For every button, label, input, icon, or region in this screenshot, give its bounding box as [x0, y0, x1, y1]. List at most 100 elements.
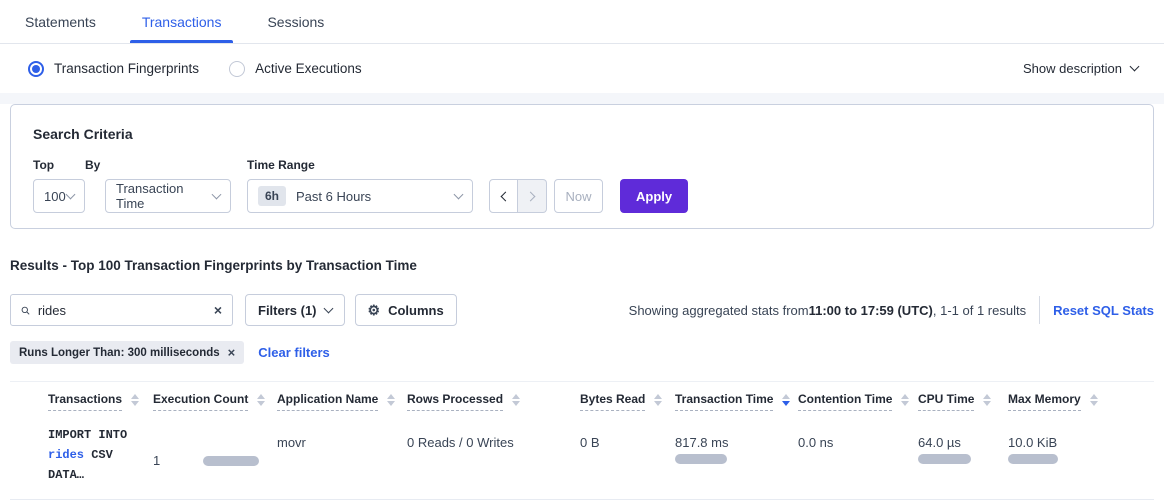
column-header-rows-processed[interactable]: Rows Processed — [407, 382, 580, 419]
radio-selected-icon[interactable] — [28, 61, 44, 77]
max-memory-bar — [1008, 454, 1058, 464]
radio-active-executions[interactable]: Active Executions — [229, 61, 362, 77]
clear-filters-link[interactable]: Clear filters — [258, 345, 330, 360]
column-header-max-memory[interactable]: Max Memory — [1008, 382, 1154, 419]
search-icon — [21, 304, 30, 317]
transaction-time-cell: 817.8 ms — [675, 419, 798, 485]
search-criteria-panel: Search Criteria Top 100 By Transaction T… — [10, 104, 1154, 229]
chevron-down-icon — [66, 189, 76, 199]
gear-icon: ⚙ — [368, 303, 381, 317]
execution-count-value: 1 — [153, 453, 160, 468]
section-divider — [0, 93, 1164, 104]
apply-button[interactable]: Apply — [620, 179, 688, 213]
table-header-row: Transactions Execution Count Application… — [10, 382, 1154, 419]
time-range-value: Past 6 Hours — [296, 189, 371, 204]
transaction-time-value: 817.8 ms — [675, 435, 798, 450]
filter-pill[interactable]: Runs Longer Than: 300 milliseconds × — [10, 341, 244, 364]
chevron-down-icon — [1130, 62, 1140, 72]
results-toolbar: × Filters (1) ⚙ Columns Showing aggregat… — [10, 294, 1154, 326]
sql-text-line1: IMPORT INTO — [48, 425, 153, 445]
execution-count-bar — [203, 456, 259, 466]
search-criteria-title: Search Criteria — [33, 126, 1131, 142]
stats-suffix: , 1-1 of 1 results — [933, 303, 1026, 318]
search-box[interactable]: × — [10, 294, 233, 326]
rows-processed-cell: 0 Reads / 0 Writes — [407, 419, 580, 485]
sort-icon[interactable] — [983, 394, 991, 406]
transaction-time-bar — [675, 454, 727, 464]
radio-unselected-icon[interactable] — [229, 61, 245, 77]
columns-button[interactable]: ⚙ Columns — [355, 294, 457, 326]
sort-icon[interactable] — [654, 394, 662, 406]
sort-icon[interactable] — [131, 394, 139, 406]
by-select[interactable]: Transaction Time — [105, 179, 231, 213]
top-label: Top — [33, 158, 85, 172]
vertical-divider — [1039, 296, 1040, 324]
column-header-application-name[interactable]: Application Name — [277, 382, 407, 419]
chevron-down-icon — [212, 189, 222, 199]
max-memory-cell: 10.0 KiB — [1008, 419, 1154, 485]
previous-time-window-button[interactable] — [489, 179, 518, 213]
sort-icon[interactable] — [1090, 394, 1098, 406]
transaction-fingerprint-cell[interactable]: IMPORT INTO rides CSV DATA… — [48, 419, 153, 485]
radio-label: Transaction Fingerprints — [54, 61, 199, 76]
column-header-contention-time[interactable]: Contention Time — [798, 382, 918, 419]
page-tabs: Statements Transactions Sessions — [0, 0, 1164, 44]
cpu-time-bar — [918, 454, 971, 464]
filter-pill-label: Runs Longer Than: 300 milliseconds — [19, 347, 220, 359]
view-toggle-row: Transaction Fingerprints Active Executio… — [0, 44, 1164, 93]
radio-transaction-fingerprints[interactable]: Transaction Fingerprints — [28, 61, 199, 77]
results-section: Results - Top 100 Transaction Fingerprin… — [0, 258, 1164, 500]
column-header-cpu-time[interactable]: CPU Time — [918, 382, 1008, 419]
tab-sessions[interactable]: Sessions — [267, 0, 324, 43]
search-input[interactable] — [38, 303, 214, 318]
reset-sql-stats-link[interactable]: Reset SQL Stats — [1053, 303, 1154, 318]
results-table: Transactions Execution Count Application… — [10, 381, 1154, 500]
top-select-value: 100 — [44, 189, 66, 204]
sort-icon[interactable] — [387, 394, 395, 406]
time-range-select[interactable]: 6h Past 6 Hours — [247, 179, 473, 213]
chevron-right-icon — [526, 191, 536, 201]
results-heading: Results - Top 100 Transaction Fingerprin… — [10, 258, 1154, 273]
active-filters-row: Runs Longer Than: 300 milliseconds × Cle… — [10, 341, 1154, 364]
table-row: IMPORT INTO rides CSV DATA… 1 movr 0 Rea… — [10, 419, 1154, 500]
by-label: By — [85, 158, 231, 172]
column-header-transactions[interactable]: Transactions — [48, 382, 153, 419]
time-window-arrows — [489, 179, 547, 213]
transaction-link[interactable]: rides — [48, 448, 84, 462]
time-range-label: Time Range — [247, 158, 473, 172]
application-name-cell: movr — [277, 419, 407, 485]
chevron-down-icon — [454, 189, 464, 199]
show-description-label: Show description — [1023, 61, 1122, 76]
chevron-left-icon — [500, 191, 510, 201]
radio-label: Active Executions — [255, 61, 362, 76]
remove-filter-icon[interactable]: × — [228, 346, 236, 359]
cpu-time-cell: 64.0 µs — [918, 419, 1008, 485]
sql-text-line2: rides CSV DATA… — [48, 445, 153, 485]
column-header-bytes-read[interactable]: Bytes Read — [580, 382, 675, 419]
now-button[interactable]: Now — [554, 179, 603, 213]
sort-icon[interactable] — [257, 394, 265, 406]
chevron-down-icon — [323, 303, 333, 313]
time-range-badge: 6h — [258, 186, 286, 206]
by-select-value: Transaction Time — [116, 181, 213, 211]
max-memory-value: 10.0 KiB — [1008, 435, 1154, 450]
sort-icon-active-desc[interactable] — [782, 394, 790, 406]
top-select[interactable]: 100 — [33, 179, 85, 213]
column-header-transaction-time[interactable]: Transaction Time — [675, 382, 798, 419]
clear-search-icon[interactable]: × — [214, 303, 222, 317]
stats-time-range: 11:00 to 17:59 (UTC) — [809, 303, 933, 318]
show-description-toggle[interactable]: Show description — [1023, 61, 1138, 76]
tab-statements[interactable]: Statements — [25, 0, 96, 43]
filters-button[interactable]: Filters (1) — [245, 294, 345, 326]
tab-transactions[interactable]: Transactions — [142, 0, 222, 43]
column-header-execution-count[interactable]: Execution Count — [153, 382, 277, 419]
sort-icon[interactable] — [901, 394, 909, 406]
aggregated-stats-text: Showing aggregated stats from 11:00 to 1… — [629, 303, 1026, 318]
next-time-window-button[interactable] — [518, 179, 547, 213]
bytes-read-cell: 0 B — [580, 419, 675, 485]
cpu-time-value: 64.0 µs — [918, 435, 1008, 450]
columns-button-label: Columns — [388, 303, 444, 318]
stats-prefix: Showing aggregated stats from — [629, 303, 809, 318]
sort-icon[interactable] — [512, 394, 520, 406]
filters-button-label: Filters (1) — [258, 303, 317, 318]
